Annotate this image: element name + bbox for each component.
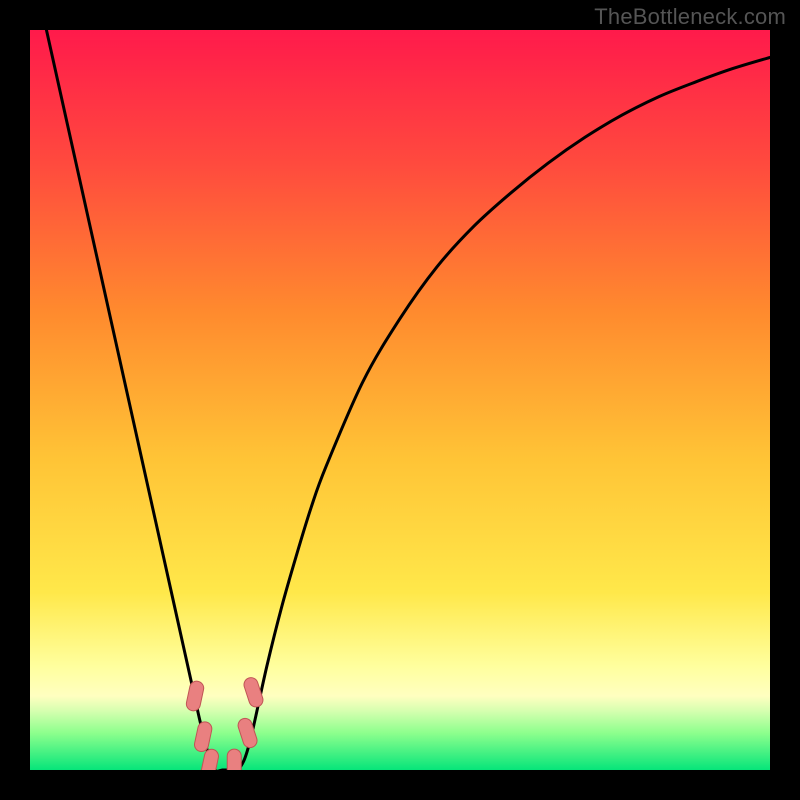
plot-svg bbox=[30, 30, 770, 770]
chart-frame: TheBottleneck.com bbox=[0, 0, 800, 800]
watermark-text: TheBottleneck.com bbox=[594, 4, 786, 30]
curve-marker bbox=[227, 749, 241, 770]
gradient-background bbox=[30, 30, 770, 770]
plot-area bbox=[30, 30, 770, 770]
